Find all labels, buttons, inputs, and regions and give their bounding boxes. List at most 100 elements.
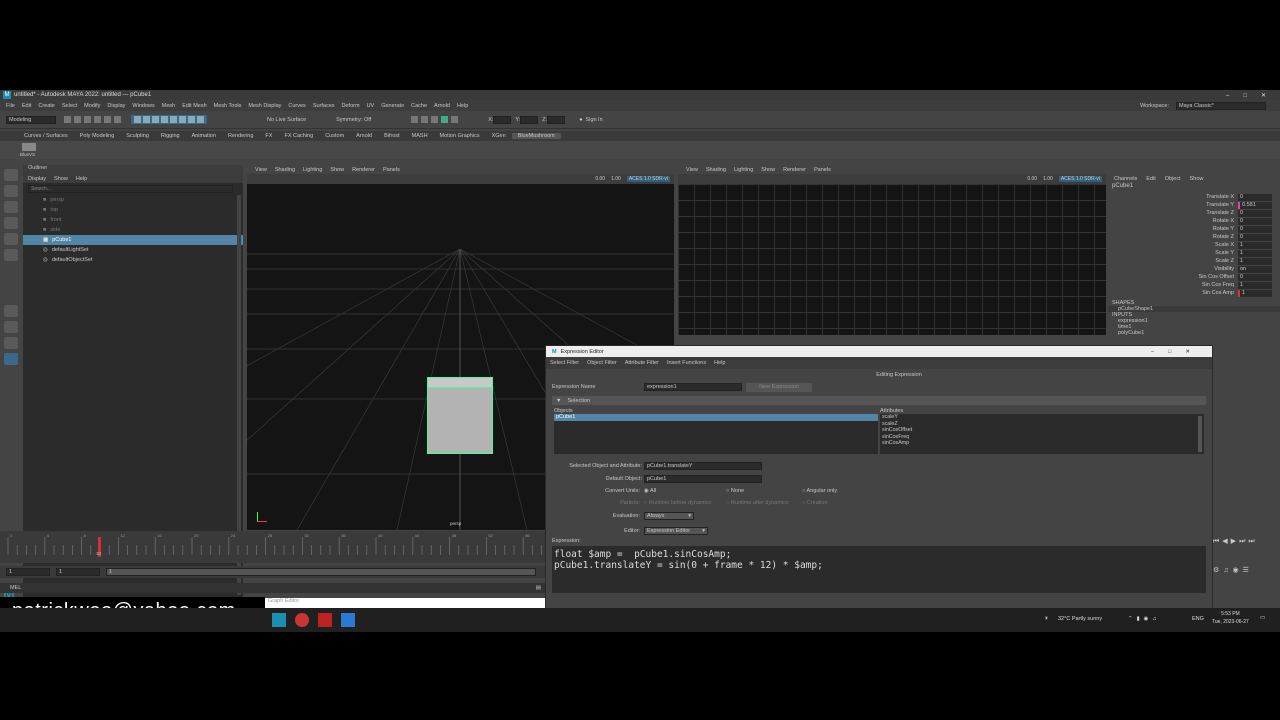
shelf-tab[interactable]: Bifrost xyxy=(378,133,406,139)
shelf-tab[interactable]: Poly Modeling xyxy=(74,133,121,139)
ee-menu-item[interactable]: Insert Functions xyxy=(667,360,706,366)
particle-before-radio[interactable]: ○ Runtime before dynamics xyxy=(644,500,726,506)
symmetry-select[interactable]: Symmetry: Off xyxy=(336,117,371,123)
convert-angular-radio[interactable]: ○ Angular only xyxy=(802,488,837,494)
cb-attr[interactable]: Translate Z0 xyxy=(1108,209,1280,217)
time-slider[interactable]: 1 4 8 12 16 20 24 28 32 36 40 44 48 52 56 10 xyxy=(0,531,545,563)
move-tool-icon[interactable] xyxy=(4,217,18,229)
cb-attr[interactable]: Scale Z1 xyxy=(1108,257,1280,265)
outliner-menu-display[interactable]: Display xyxy=(28,176,46,182)
vp2-menu-shading[interactable]: Shading xyxy=(706,167,726,173)
menu-item[interactable]: Mesh Display xyxy=(248,103,281,109)
select-tool-icon[interactable] xyxy=(4,169,18,181)
maya-taskbar-icon[interactable] xyxy=(272,613,286,627)
objects-list-item[interactable]: pCube1 xyxy=(554,414,878,421)
shelf-tab[interactable]: Sculpting xyxy=(120,133,155,139)
cb-attr[interactable]: Rotate Z0 xyxy=(1108,233,1280,241)
cb-attr[interactable]: Translate X0 xyxy=(1108,193,1280,201)
vp2-menu-lighting[interactable]: Lighting xyxy=(734,167,753,173)
paint-select-icon[interactable] xyxy=(4,201,18,213)
cb-menu-channels[interactable]: Channels xyxy=(1114,176,1137,182)
default-object-input[interactable]: pCube1 xyxy=(644,474,762,483)
cb-input[interactable]: polyCube1 xyxy=(1108,330,1280,336)
layout-single-icon[interactable] xyxy=(4,305,18,317)
convert-all-radio[interactable]: ◉ All xyxy=(644,488,726,494)
x-field[interactable] xyxy=(493,115,512,124)
menu-item[interactable]: Mesh xyxy=(162,103,175,109)
vp2-field-1[interactable]: 0.00 xyxy=(1027,176,1037,182)
range-slider[interactable]: 1 1 1 xyxy=(0,566,545,578)
vp-menu-shading[interactable]: Shading xyxy=(275,167,295,173)
chrome-taskbar-icon[interactable] xyxy=(295,613,309,627)
layout-outliner-icon[interactable] xyxy=(4,353,18,365)
outliner-item-top[interactable]: ■ top xyxy=(23,205,243,215)
ee-name-input[interactable]: expression1 xyxy=(644,383,742,391)
vp-menu-lighting[interactable]: Lighting xyxy=(303,167,322,173)
notification-icon[interactable]: ▭ xyxy=(1260,615,1265,621)
script-editor-icon[interactable]: ▤ xyxy=(536,585,541,591)
particle-after-radio[interactable]: ○ Runtime after dynamics xyxy=(726,500,802,506)
attributes-list-item[interactable]: sinCosAmp xyxy=(882,440,1204,447)
vp-colorspace[interactable]: ACES 1.0 SDR-vi xyxy=(626,176,670,182)
workspace-select[interactable]: Maya Classic* xyxy=(1176,101,1266,110)
vp2-menu-panels[interactable]: Panels xyxy=(814,167,831,173)
outliner-item-pcube1[interactable]: ▦ pCube1 xyxy=(23,235,243,245)
cb-attr[interactable]: Rotate X0 xyxy=(1108,217,1280,225)
shelf-tab[interactable]: Custom xyxy=(319,133,350,139)
vp-menu-show[interactable]: Show xyxy=(330,167,344,173)
cb-attr[interactable]: Scale X1 xyxy=(1108,241,1280,249)
pcube1-mesh[interactable] xyxy=(427,377,493,454)
editor-select[interactable]: Expression Editor ▾ xyxy=(644,527,708,535)
menu-item[interactable]: Deform xyxy=(342,103,360,109)
range-bar[interactable]: 1 xyxy=(106,568,536,576)
layout-four-icon[interactable] xyxy=(4,321,18,333)
cb-attr[interactable]: Sin Cos Amp 1 xyxy=(1108,289,1280,297)
vp2-menu-view[interactable]: View xyxy=(686,167,698,173)
top-viewport[interactable]: View Shading Lighting Show Renderer Pane… xyxy=(678,165,1106,335)
expression-code-editor[interactable]: float $amp = pCube1.sinCosAmp; pCube1.tr… xyxy=(552,546,1206,593)
outliner-menu-show[interactable]: Show xyxy=(54,176,68,182)
shelf-tab[interactable]: Curves / Surfaces xyxy=(18,133,74,139)
outliner-item-front[interactable]: ■ front xyxy=(23,215,243,225)
cb-menu-object[interactable]: Object xyxy=(1165,176,1181,182)
outliner-search[interactable]: Search... xyxy=(28,185,233,193)
menu-item[interactable]: Surfaces xyxy=(313,103,335,109)
vp2-menu-renderer[interactable]: Renderer xyxy=(783,167,806,173)
graph-editor-input[interactable]: Graph Editor xyxy=(265,598,545,608)
outliner-item-persp[interactable]: ■ persp xyxy=(23,195,243,205)
shelf-tab[interactable]: XGen xyxy=(486,133,512,139)
selected-attr-input[interactable]: pCube1.translateY xyxy=(644,462,762,470)
cb-attr[interactable]: Scale Y1 xyxy=(1108,249,1280,257)
snap-icons[interactable] xyxy=(131,115,207,124)
outliner-item-lightset[interactable]: ◎ defaultLightSet xyxy=(23,245,243,255)
cb-menu-show[interactable]: Show xyxy=(1190,176,1204,182)
taskbar-apps[interactable] xyxy=(272,613,355,627)
render-icons[interactable] xyxy=(411,116,459,123)
cb-attr[interactable]: Visibility on xyxy=(1108,265,1280,273)
shelf-tab[interactable]: Motion Graphics xyxy=(434,133,486,139)
shelf-tab[interactable]: Rigging xyxy=(155,133,186,139)
vscode-taskbar-icon[interactable] xyxy=(341,613,355,627)
y-field[interactable] xyxy=(520,115,539,124)
menu-item[interactable]: Curves xyxy=(288,103,305,109)
cb-attr[interactable]: Sin Cos Offset 0 xyxy=(1108,273,1280,281)
ee-menu-item[interactable]: Attribute Filter xyxy=(625,360,659,366)
signin-button[interactable]: Sign In xyxy=(586,117,603,123)
rotate-tool-icon[interactable] xyxy=(4,233,18,245)
mode-select[interactable]: Modeling xyxy=(6,115,56,124)
menu-item[interactable]: Help xyxy=(457,103,468,109)
z-field[interactable] xyxy=(547,115,566,124)
menu-item[interactable]: Display xyxy=(107,103,125,109)
live-surface[interactable]: No Live Surface xyxy=(267,117,306,123)
new-expression-button[interactable]: New Expression xyxy=(746,382,812,392)
menu-item[interactable]: Edit Mesh xyxy=(182,103,206,109)
attributes-list[interactable]: scaleY scaleZ sinCosOffset sinCosFreq si… xyxy=(880,414,1204,454)
shelf-tab[interactable]: FX xyxy=(259,133,278,139)
status-icons[interactable] xyxy=(64,116,121,123)
recorder-taskbar-icon[interactable] xyxy=(318,613,332,627)
objects-list[interactable]: pCube1 xyxy=(554,414,878,454)
menu-item[interactable]: Generate xyxy=(381,103,404,109)
menu-item[interactable]: Cache xyxy=(411,103,427,109)
viewport2-icon-bar[interactable]: 0.00 1.00 ACES 1.0 SDR-vi xyxy=(678,174,1106,184)
start-time-field[interactable]: 1 xyxy=(6,568,50,576)
